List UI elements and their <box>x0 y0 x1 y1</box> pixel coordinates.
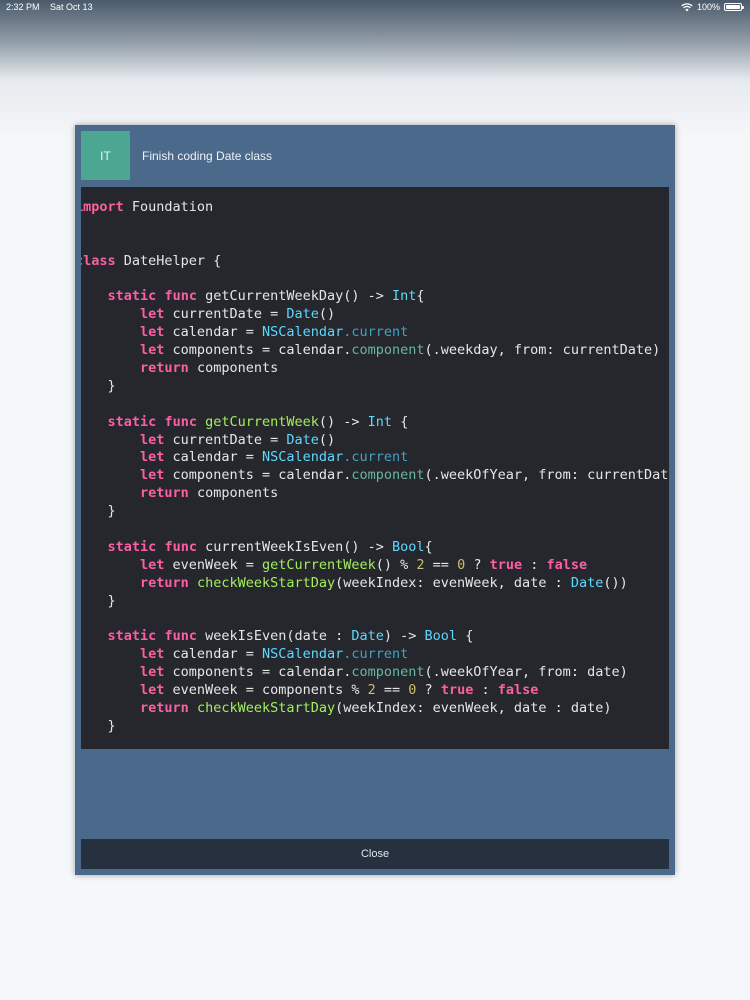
code-line: import Foundation <box>81 199 214 215</box>
code-line: } <box>107 592 116 609</box>
battery-percent: 100% <box>696 2 720 12</box>
code-line: let currentDate = Date() <box>140 431 336 448</box>
status-date: Sat Oct 13 <box>50 2 93 12</box>
task-modal: IT Finish coding Date class import Found… <box>75 125 675 875</box>
code-line: let calendar = NSCalendar.current <box>140 646 409 663</box>
code-line: let evenWeek = components % 2 == 0 ? tru… <box>140 682 539 699</box>
close-button[interactable]: Close <box>81 839 669 869</box>
wifi-icon <box>681 2 693 11</box>
code-line: return components <box>140 360 279 377</box>
code-line: static func currentWeekIsEven() -> Bool{ <box>107 538 433 555</box>
status-time: 2:32 PM <box>6 2 40 12</box>
code-line: static func weekIsEven(date : Date) -> B… <box>107 628 474 645</box>
status-bar: 2:32 PM Sat Oct 13 100% <box>0 0 750 14</box>
code-line: return checkWeekStartDay(weekIndex: even… <box>140 699 612 716</box>
code-line: let calendar = NSCalendar.current <box>140 324 409 341</box>
code-line: return checkWeekStartDay(weekIndex: even… <box>140 574 628 591</box>
code-line: static func getCurrentWeekDay() -> Int{ <box>107 288 425 305</box>
code-line: } <box>107 377 116 394</box>
code-viewer[interactable]: import Foundation class DateHelper { sta… <box>81 187 669 749</box>
modal-title: Finish coding Date class <box>142 149 273 163</box>
code-line: class DateHelper { <box>81 252 222 269</box>
code-block: import Foundation class DateHelper { sta… <box>81 199 669 736</box>
code-line: static func getCurrentWeek() -> Int { <box>107 413 409 430</box>
code-line: return components <box>140 485 279 502</box>
code-line: } <box>107 503 116 520</box>
code-line: let currentDate = Date() <box>140 306 336 323</box>
code-line: let calendar = NSCalendar.current <box>140 449 409 466</box>
code-line: let components = calendar.component(.wee… <box>140 467 669 484</box>
avatar: IT <box>81 131 130 180</box>
code-line: let evenWeek = getCurrentWeek() % 2 == 0… <box>140 556 588 573</box>
code-line: } <box>107 717 116 734</box>
code-line: let components = calendar.component(.wee… <box>140 664 628 681</box>
code-line: let components = calendar.component(.wee… <box>140 342 661 359</box>
battery-icon <box>724 3 744 11</box>
